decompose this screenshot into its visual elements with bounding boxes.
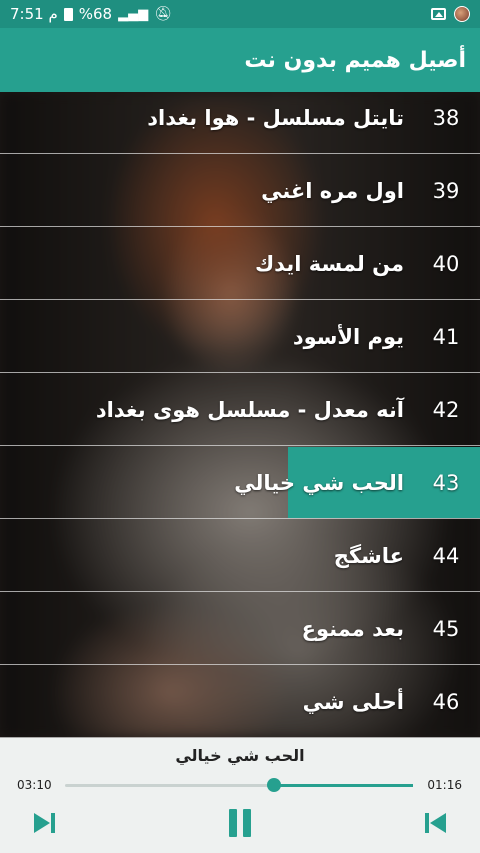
duration-time: 03:10 bbox=[17, 778, 52, 792]
song-title: آنه معدل - مسلسل هوى بغداد bbox=[95, 397, 404, 422]
mute-icon: 🔕︎ bbox=[154, 6, 172, 22]
song-number: 41 bbox=[432, 324, 460, 349]
song-row-content: من لمسة ايدك 40 bbox=[255, 252, 480, 276]
player-bar: الحب شي خيالي 03:10 01:16 bbox=[0, 738, 480, 853]
song-row[interactable]: يوم الأسود 41 bbox=[0, 301, 480, 373]
song-title: أحلى شي bbox=[302, 689, 404, 714]
song-row[interactable]: تايتل مسلسل - هوا بغداد 38 bbox=[0, 92, 480, 154]
battery-level: %68 bbox=[78, 5, 113, 23]
song-title: الحب شي خيالي bbox=[234, 470, 404, 495]
song-number: 42 bbox=[432, 397, 460, 422]
song-number: 45 bbox=[432, 616, 460, 641]
image-icon bbox=[431, 8, 446, 20]
song-number: 44 bbox=[432, 543, 460, 568]
song-list[interactable]: تايتل مسلسل - هوا بغداد 38 اول مره اغني 39 م… bbox=[0, 92, 480, 738]
song-row[interactable]: من لمسة ايدك 40 bbox=[0, 228, 480, 300]
song-title: من لمسة ايدك bbox=[254, 251, 404, 276]
status-bar: 7:51 م %68 ▂▄▆ 🔕︎ bbox=[0, 0, 480, 28]
song-row-content: آنه معدل - مسلسل هوى بغداد 42 bbox=[96, 398, 480, 422]
song-row[interactable]: بعد ممنوع 45 bbox=[0, 593, 480, 665]
song-row-content: أحلى شي 46 bbox=[303, 690, 480, 714]
song-row-content: يوم الأسود 41 bbox=[293, 325, 480, 349]
song-row-content: اول مره اغني 39 bbox=[261, 179, 480, 203]
song-row[interactable]: آنه معدل - مسلسل هوى بغداد 42 bbox=[0, 374, 480, 446]
song-row[interactable]: عاشگج 44 bbox=[0, 520, 480, 592]
signal-icon: ▂▄▆ bbox=[118, 6, 149, 22]
status-time: 7:51 م bbox=[10, 5, 58, 23]
elapsed-time: 01:16 bbox=[427, 778, 462, 792]
status-right bbox=[431, 6, 470, 22]
song-title: عاشگج bbox=[333, 543, 404, 568]
song-row[interactable]: أحلى شي 46 bbox=[0, 666, 480, 738]
song-number: 46 bbox=[432, 689, 460, 714]
now-playing-title: الحب شي خيالي bbox=[175, 746, 305, 765]
seek-thumb[interactable] bbox=[266, 778, 281, 792]
battery-icon bbox=[63, 7, 73, 21]
skip-next-icon[interactable] bbox=[28, 806, 62, 840]
skip-prev-icon[interactable] bbox=[418, 806, 452, 840]
status-left: 7:51 م %68 ▂▄▆ 🔕︎ bbox=[10, 5, 172, 23]
song-number: 39 bbox=[432, 178, 460, 203]
song-title: تايتل مسلسل - هوا بغداد bbox=[147, 105, 404, 130]
song-number: 38 bbox=[432, 105, 460, 130]
app-bar: أصيل هميم بدون نت bbox=[0, 28, 480, 92]
song-number: 40 bbox=[432, 251, 460, 276]
song-row-content: الحب شي خيالي 43 bbox=[234, 471, 480, 495]
song-row-content: تايتل مسلسل - هوا بغداد 38 bbox=[147, 106, 480, 130]
song-row[interactable]: اول مره اغني 39 bbox=[0, 155, 480, 227]
song-row-content: عاشگج 44 bbox=[334, 544, 480, 568]
song-title: بعد ممنوع bbox=[301, 616, 404, 641]
seek-bar[interactable] bbox=[65, 778, 413, 792]
song-row-content: بعد ممنوع 45 bbox=[302, 617, 480, 641]
page-title: أصيل هميم بدون نت bbox=[244, 47, 466, 73]
song-number: 43 bbox=[432, 470, 460, 495]
song-row[interactable]: الحب شي خيالي 43 bbox=[0, 447, 480, 519]
avatar bbox=[454, 6, 470, 22]
seek-progress bbox=[273, 784, 413, 787]
pause-icon[interactable] bbox=[223, 806, 257, 840]
song-title: اول مره اغني bbox=[261, 178, 404, 203]
song-title: يوم الأسود bbox=[292, 324, 404, 349]
